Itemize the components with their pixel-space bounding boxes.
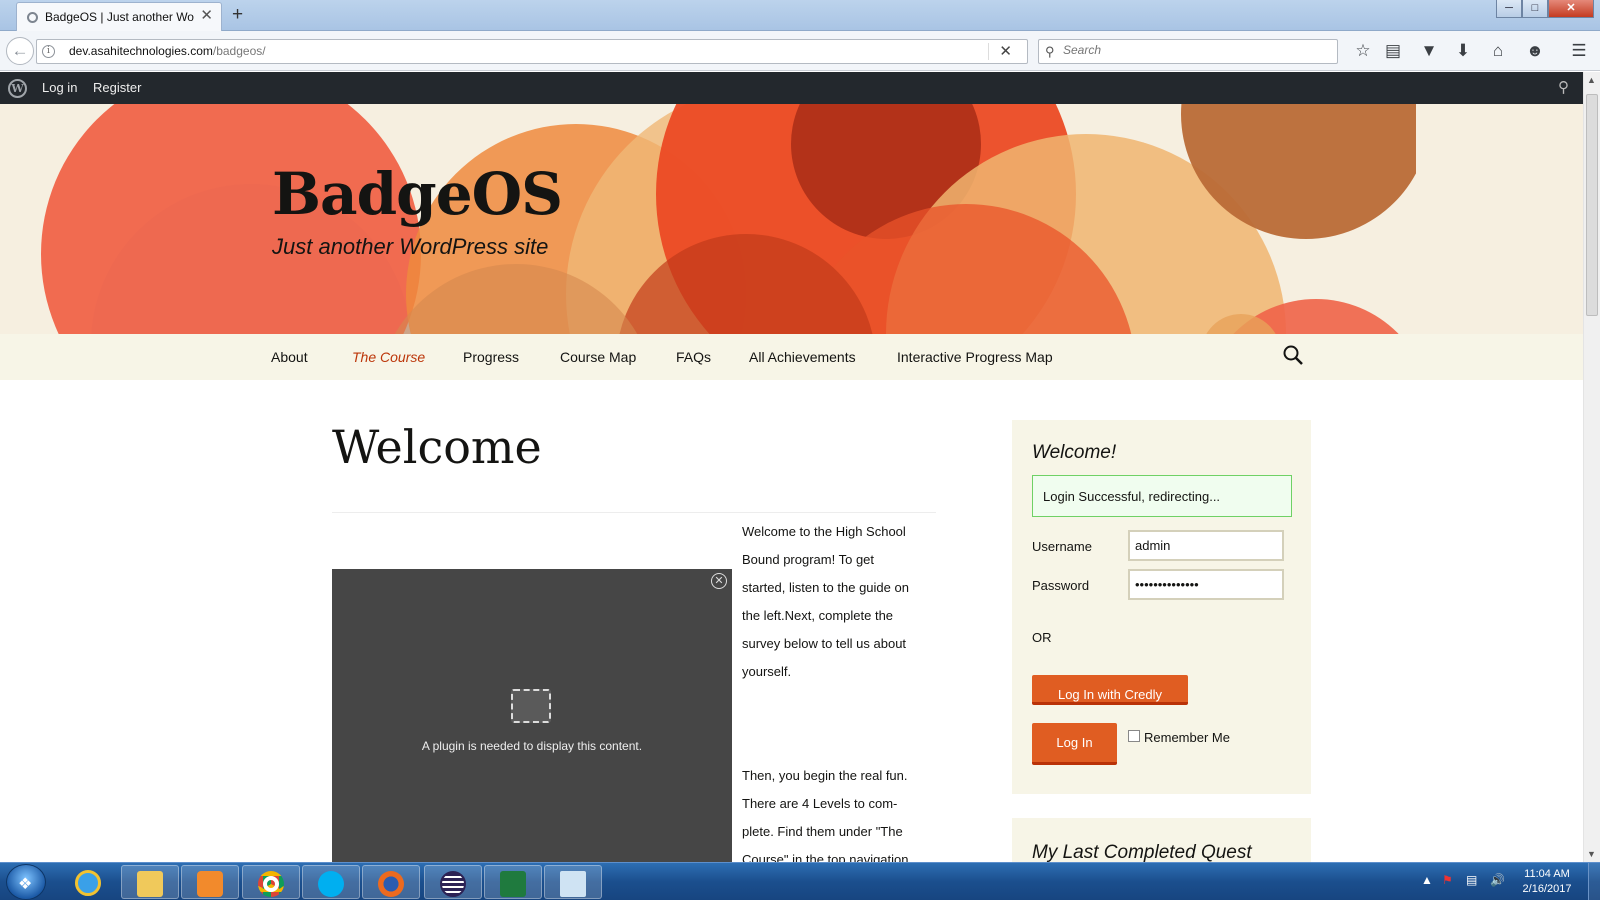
notepad-icon — [560, 871, 586, 897]
url-bar[interactable]: i dev.asahitechnologies.com/badgeos/ ✕ — [36, 39, 1028, 64]
username-label: Username — [1032, 539, 1092, 554]
password-label: Password — [1032, 578, 1090, 593]
search-bar[interactable]: ⚲ — [1038, 39, 1338, 64]
chrome-icon — [258, 871, 284, 897]
browser-search-input[interactable] — [1063, 43, 1323, 57]
action-center-icon[interactable]: ⚑ — [1442, 873, 1453, 887]
login-success-message: Login Successful, redirecting... — [1032, 475, 1292, 517]
levels-paragraph: Then, you begin the real fun. There are … — [742, 768, 909, 867]
windows-logo-icon: ❖ — [18, 876, 33, 893]
browser-tab[interactable]: BadgeOS | Just another Wo... ✕ — [16, 2, 222, 31]
nav-item-all-achievements[interactable]: All Achievements — [749, 349, 856, 365]
plugin-icon — [511, 689, 551, 723]
page-scrollbar[interactable]: ▲ ▼ — [1583, 72, 1600, 862]
url-text: dev.asahitechnologies.com/badgeos/ — [69, 44, 266, 58]
eclipse-icon — [440, 871, 466, 897]
show-hidden-icons-icon[interactable]: ▲ — [1421, 873, 1433, 887]
back-button[interactable]: ← — [6, 37, 34, 65]
nav-item-faqs[interactable]: FAQs — [676, 349, 711, 365]
skype-icon — [318, 871, 344, 897]
scrollbar-thumb[interactable] — [1586, 94, 1598, 316]
volume-icon[interactable]: 🔊 — [1490, 873, 1505, 887]
firefox-taskbar-button[interactable] — [362, 865, 420, 899]
nav-item-about[interactable]: About — [271, 349, 308, 365]
nav-item-progress[interactable]: Progress — [463, 349, 519, 365]
title-divider — [332, 512, 936, 513]
window-close-button[interactable]: ✕ — [1548, 0, 1594, 18]
plugin-message: A plugin is needed to display this conte… — [421, 739, 643, 753]
bookmark-star-icon[interactable]: ☆ — [1352, 40, 1374, 62]
skype-taskbar-button[interactable] — [302, 865, 360, 899]
url-clear-icon[interactable]: ✕ — [999, 42, 1012, 60]
loading-icon — [27, 12, 38, 23]
nav-item-interactive-progress-map[interactable]: Interactive Progress Map — [897, 349, 1053, 365]
nav-item-the-course[interactable]: The Course — [352, 349, 425, 365]
window-maximize-button[interactable]: □ — [1522, 0, 1548, 18]
browser-tab-strip: BadgeOS | Just another Wo... ✕ + ─ □ ✕ — [0, 0, 1600, 31]
window-minimize-button[interactable]: ─ — [1496, 0, 1522, 18]
username-field[interactable] — [1128, 530, 1284, 561]
intro-paragraph: Welcome to the High School Bound program… — [742, 524, 909, 679]
header-image — [41, 104, 1416, 334]
pocket-icon[interactable]: ▼ — [1418, 40, 1440, 62]
last-quest-widget: My Last Completed Quest — [1012, 818, 1311, 868]
close-icon[interactable]: ✕ — [711, 573, 727, 589]
tab-title: BadgeOS | Just another Wo... — [45, 10, 195, 24]
tab-close-icon[interactable]: ✕ — [200, 8, 213, 24]
system-clock[interactable]: 11:04 AM 2/16/2017 — [1512, 867, 1582, 897]
main-navigation: About The Course Progress Course Map FAQ… — [0, 334, 1583, 380]
scroll-down-icon[interactable]: ▼ — [1587, 849, 1596, 859]
wordpress-logo-icon[interactable]: W — [8, 79, 27, 98]
remember-me-label[interactable]: Remember Me — [1144, 730, 1230, 745]
eclipse-taskbar-button[interactable] — [424, 865, 482, 899]
menu-icon[interactable]: ☰ — [1568, 40, 1590, 62]
file-explorer-taskbar-button[interactable] — [121, 865, 179, 899]
home-icon[interactable]: ⌂ — [1487, 40, 1509, 62]
or-separator: OR — [1032, 630, 1052, 645]
firefox-icon — [378, 871, 404, 897]
missing-plugin-placeholder[interactable]: ✕ A plugin is needed to display this con… — [332, 569, 732, 862]
taskbar: ❖ ▲ ⚑ ▤ 🔊 11:04 AM 2/16/2017 — [0, 862, 1600, 900]
network-icon[interactable]: ▤ — [1466, 873, 1477, 887]
download-icon[interactable]: ⬇ — [1452, 40, 1474, 62]
site-description: Just another WordPress site — [272, 234, 549, 259]
url-separator — [988, 43, 989, 60]
admin-search-icon[interactable]: ⚲ — [1558, 78, 1569, 96]
wp-admin-bar: W Log in Register ⚲ — [0, 72, 1583, 104]
widget-title: Welcome! — [1032, 442, 1117, 463]
media-player-icon — [197, 871, 223, 897]
excel-icon — [500, 871, 526, 897]
info-icon[interactable]: i — [42, 45, 55, 58]
notepad-taskbar-button[interactable] — [544, 865, 602, 899]
scroll-up-icon[interactable]: ▲ — [1587, 75, 1596, 85]
browser-navbar: ← i dev.asahitechnologies.com/badgeos/ ✕… — [0, 31, 1600, 71]
chat-icon[interactable]: ☻ — [1524, 40, 1546, 62]
internet-explorer-icon — [75, 870, 101, 896]
folder-icon — [137, 871, 163, 897]
login-with-credly-button[interactable]: Log In with Credly — [1032, 675, 1188, 705]
media-player-taskbar-button[interactable] — [181, 865, 239, 899]
new-tab-button[interactable]: + — [232, 4, 243, 26]
admin-login-link[interactable]: Log in — [42, 80, 77, 95]
widget-title: My Last Completed Quest — [1032, 842, 1252, 863]
show-desktop-button[interactable] — [1588, 863, 1600, 900]
login-button[interactable]: Log In — [1032, 723, 1117, 765]
site-title[interactable]: BadgeOS — [272, 160, 563, 228]
reading-list-icon[interactable]: ▤ — [1382, 40, 1404, 62]
start-button[interactable]: ❖ — [6, 864, 46, 900]
site-header: BadgeOS Just another WordPress site — [0, 104, 1583, 334]
clock-date: 2/16/2017 — [1522, 883, 1572, 895]
nav-item-course-map[interactable]: Course Map — [560, 349, 636, 365]
search-icon: ⚲ — [1045, 44, 1055, 59]
clock-time: 11:04 AM — [1524, 868, 1570, 880]
chrome-taskbar-button[interactable] — [242, 865, 300, 899]
password-field[interactable] — [1128, 569, 1284, 600]
admin-register-link[interactable]: Register — [93, 80, 141, 95]
page-title: Welcome — [332, 420, 542, 474]
nav-search-icon[interactable] — [1283, 345, 1303, 365]
excel-taskbar-button[interactable] — [484, 865, 542, 899]
internet-explorer-taskbar-button[interactable] — [60, 865, 118, 899]
remember-me-checkbox[interactable] — [1128, 730, 1140, 742]
login-widget: Welcome! Login Successful, redirecting..… — [1012, 420, 1311, 794]
